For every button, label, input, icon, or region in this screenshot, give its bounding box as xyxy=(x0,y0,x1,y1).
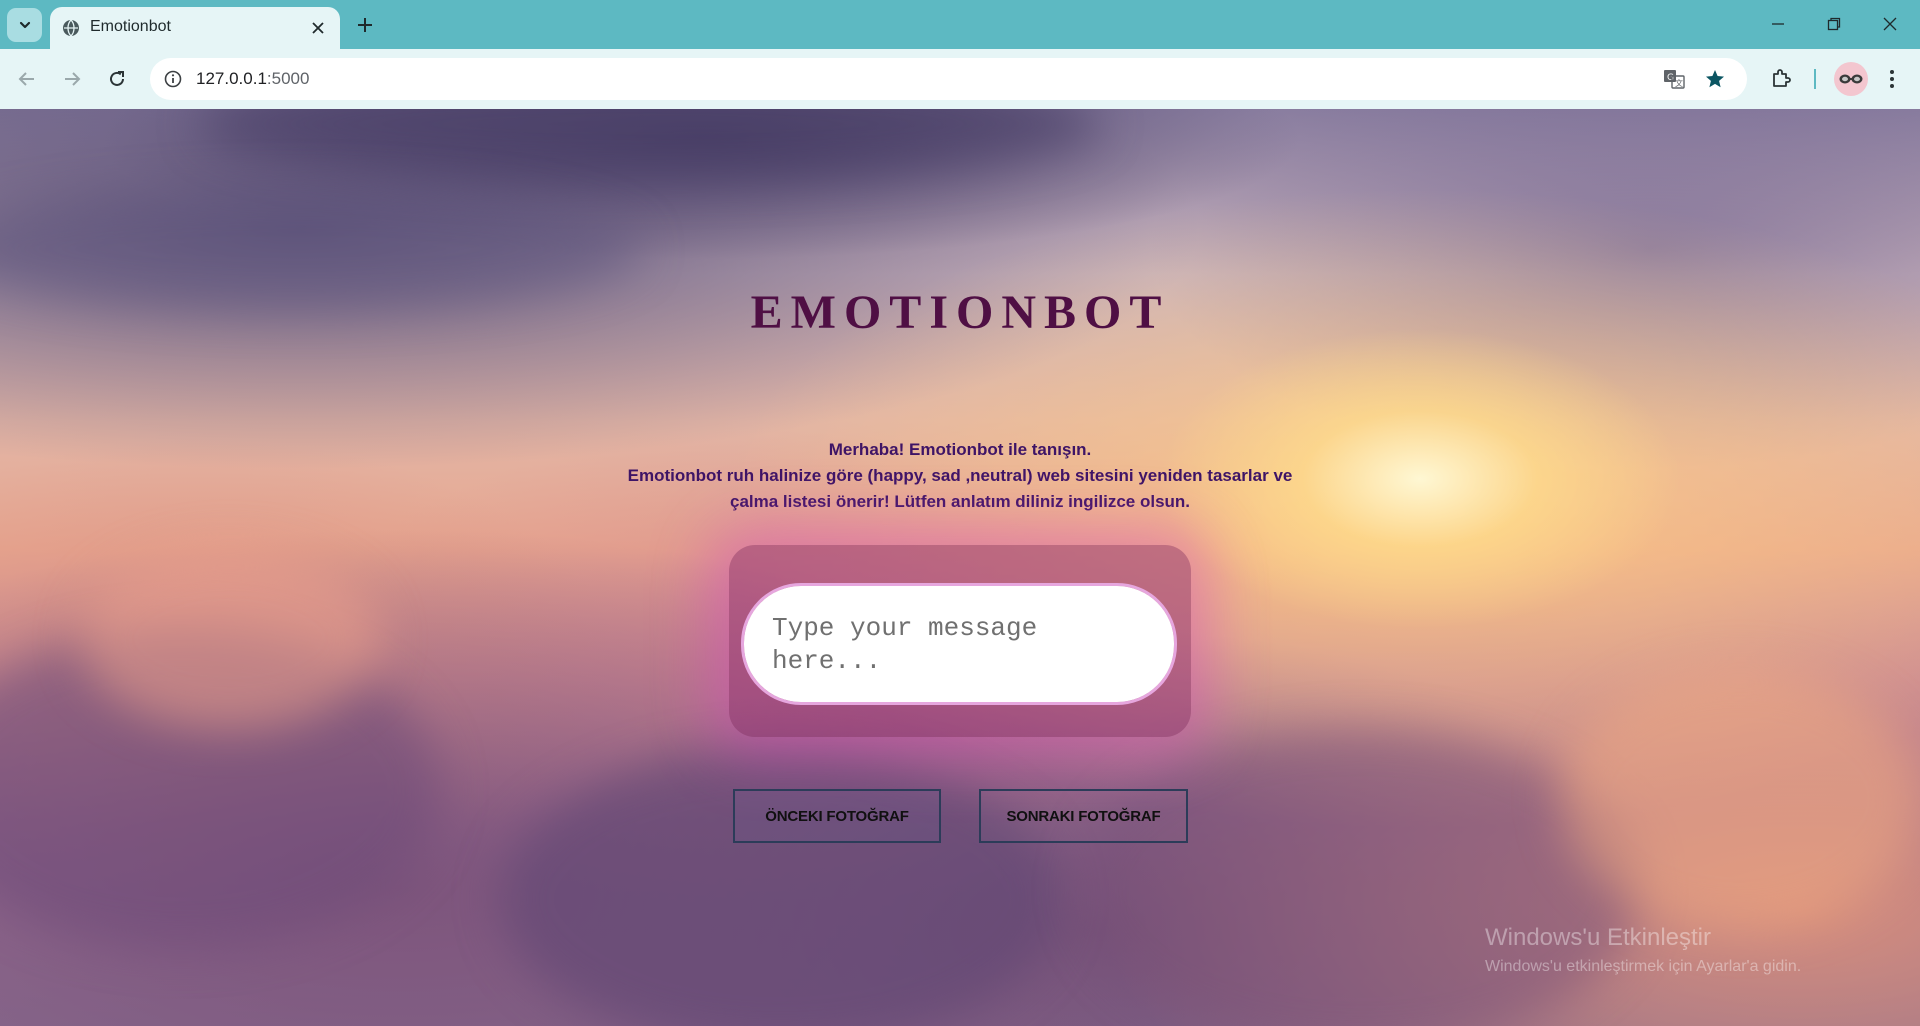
back-button[interactable] xyxy=(11,63,43,95)
svg-text:G: G xyxy=(1667,73,1674,83)
tab-close-button[interactable] xyxy=(306,16,330,40)
new-tab-button[interactable] xyxy=(350,10,380,40)
profile-avatar-button[interactable] xyxy=(1834,62,1868,96)
url-text[interactable]: 127.0.0.1:5000 xyxy=(196,69,309,89)
reload-button[interactable] xyxy=(101,63,133,95)
back-icon xyxy=(18,72,34,86)
chat-panel xyxy=(729,545,1191,737)
background-cloud xyxy=(1080,729,1640,1026)
next-photo-button[interactable]: SONRAKI FOTOĞRAF xyxy=(979,789,1188,843)
globe-icon xyxy=(63,19,79,37)
background-cloud xyxy=(1560,669,1920,929)
translate-icon: G文 xyxy=(1664,70,1685,89)
bookmark-star-button[interactable] xyxy=(1702,66,1728,92)
window-close-icon xyxy=(1883,17,1897,31)
background-cloud xyxy=(200,109,1100,179)
tab-strip: Emotionbot xyxy=(0,0,1920,49)
star-icon xyxy=(1706,70,1724,88)
page-title: EMOTIONBOT xyxy=(750,286,1170,339)
message-input[interactable] xyxy=(741,583,1177,705)
windows-activation-watermark: Windows'u Etkinleştir Windows'u etkinleş… xyxy=(1485,924,1801,976)
tab-title: Emotionbot xyxy=(90,18,171,35)
extensions-button[interactable] xyxy=(1765,63,1797,95)
watermark-subtitle: Windows'u etkinleştirmek için Ayarlar'a … xyxy=(1485,958,1802,975)
browser-menu-button[interactable] xyxy=(1876,63,1908,95)
url-port: :5000 xyxy=(266,69,310,88)
intro-line: Emotionbot ruh halinize göre (happy, sad… xyxy=(627,466,1293,485)
intro-line: çalma listesi önerir! Lütfen anlatım dil… xyxy=(729,492,1191,511)
restore-button[interactable] xyxy=(1806,0,1862,48)
url-host: 127.0.0.1 xyxy=(196,69,267,88)
tab-search-button[interactable] xyxy=(7,8,42,42)
svg-text:文: 文 xyxy=(1675,78,1683,88)
chevron-down-icon xyxy=(19,21,30,29)
intro-text: Merhaba! Emotionbot ile tanışın. Emotion… xyxy=(560,437,1360,515)
forward-button[interactable] xyxy=(56,63,88,95)
address-bar[interactable]: 127.0.0.1:5000 G文 xyxy=(150,58,1747,100)
kebab-menu-icon xyxy=(1890,70,1894,88)
plus-icon xyxy=(358,18,372,32)
minimize-icon xyxy=(1772,23,1784,25)
previous-photo-button[interactable]: ÖNCEKI FOTOĞRAF xyxy=(733,789,941,843)
translate-button[interactable]: G文 xyxy=(1661,66,1687,92)
background-cloud xyxy=(80,549,380,729)
window-close-button[interactable] xyxy=(1862,0,1918,48)
restore-icon xyxy=(1827,17,1841,31)
browser-tab[interactable]: Emotionbot xyxy=(50,7,340,49)
watermark-title: Windows'u Etkinleştir xyxy=(1485,924,1711,951)
forward-icon xyxy=(65,72,81,86)
page-viewport: EMOTIONBOT Merhaba! Emotionbot ile tanış… xyxy=(0,109,1920,1026)
avatar xyxy=(1839,74,1863,84)
site-info-icon xyxy=(164,70,182,88)
intro-line: Merhaba! Emotionbot ile tanışın. xyxy=(828,440,1092,459)
toolbar-separator xyxy=(1814,69,1816,89)
minimize-button[interactable] xyxy=(1750,0,1806,48)
extensions-icon xyxy=(1773,69,1791,87)
close-icon xyxy=(312,22,324,34)
site-info-button[interactable] xyxy=(160,66,186,92)
browser-toolbar: 127.0.0.1:5000 G文 xyxy=(0,49,1920,109)
reload-icon xyxy=(110,71,124,86)
